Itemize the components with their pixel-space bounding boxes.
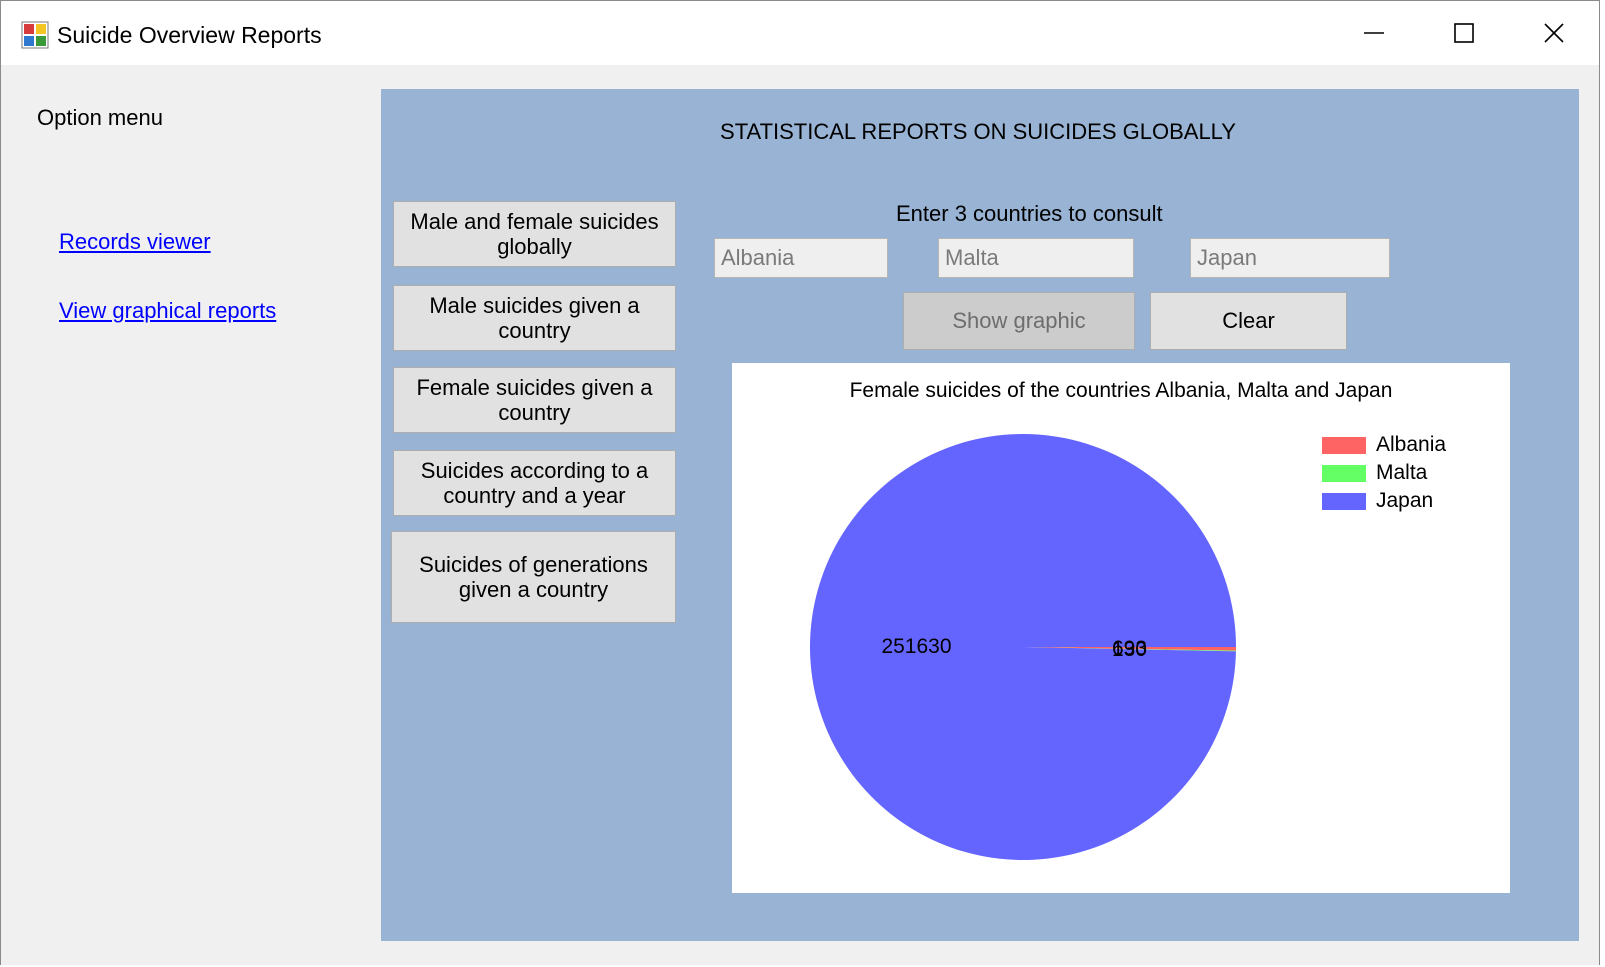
male-female-global-button[interactable]: Male and female suicides globally — [393, 201, 676, 267]
maximize-icon — [1454, 23, 1474, 43]
minimize-icon — [1364, 32, 1384, 34]
button-label: Suicides according to a country and a ye… — [421, 458, 648, 508]
generations-by-country-button[interactable]: Suicides of generations given a country — [391, 531, 676, 623]
button-label-line1: Male suicides given a — [429, 293, 640, 318]
legend-label: Japan — [1376, 489, 1434, 512]
show-graphic-button[interactable]: Show graphic — [903, 292, 1135, 350]
button-label-line2: globally — [497, 234, 572, 259]
legend-swatch — [1322, 464, 1366, 482]
legend-item-malta: Malta — [1322, 459, 1446, 487]
button-label: Male suicides given a country — [429, 293, 639, 343]
client-area: Option menu Records viewer View graphica… — [1, 65, 1599, 965]
male-by-country-button[interactable]: Male suicides given a country — [393, 285, 676, 351]
button-label: Male and female suicides globally — [410, 209, 658, 259]
data-label-japan: 251630 — [881, 635, 951, 658]
country-year-button[interactable]: Suicides according to a country and a ye… — [393, 450, 676, 516]
button-label-line2: country — [498, 400, 571, 425]
close-icon — [1544, 23, 1564, 43]
button-label-line1: Suicides of generations — [419, 552, 648, 577]
button-label-line2: country and a year — [443, 483, 626, 508]
legend-swatch — [1322, 492, 1366, 510]
app-icon — [21, 21, 49, 49]
button-label-line1: Suicides according to a — [420, 458, 649, 483]
app-window: Suicide Overview Reports Option menu Rec… — [0, 0, 1600, 965]
minimize-button[interactable] — [1328, 1, 1420, 65]
button-label-line1: Female suicides given a — [416, 375, 653, 400]
button-label-line2: country — [498, 318, 571, 343]
legend-label: Malta — [1376, 461, 1428, 484]
chart-legend: Albania Malta Japan — [1322, 431, 1446, 515]
country-input-3[interactable] — [1190, 238, 1390, 278]
legend-item-albania: Albania — [1322, 431, 1446, 459]
maximize-button[interactable] — [1418, 1, 1510, 65]
page-title: STATISTICAL REPORTS ON SUICIDES GLOBALLY — [720, 119, 1236, 144]
female-by-country-button[interactable]: Female suicides given a country — [393, 367, 676, 433]
legend-label: Albania — [1376, 433, 1447, 456]
reports-panel: STATISTICAL REPORTS ON SUICIDES GLOBALLY… — [381, 89, 1579, 941]
clear-button[interactable]: Clear — [1150, 292, 1347, 350]
button-label-line2: given a country — [458, 577, 609, 602]
country-input-2[interactable] — [938, 238, 1134, 278]
button-label: Female suicides given a country — [416, 375, 652, 425]
country-input-1[interactable] — [714, 238, 888, 278]
legend-swatch — [1322, 436, 1366, 454]
close-button[interactable] — [1508, 1, 1600, 65]
records-viewer-link[interactable]: Records viewer — [59, 229, 211, 255]
button-label: Suicides of generations given a country — [419, 552, 648, 602]
chart-area: Female suicides of the countries Albania… — [732, 363, 1510, 893]
legend-item-japan: Japan — [1322, 487, 1446, 515]
window-title: Suicide Overview Reports — [57, 22, 322, 48]
option-menu-heading: Option menu — [37, 105, 163, 130]
countries-prompt: Enter 3 countries to consult — [896, 201, 1163, 226]
title-bar[interactable]: Suicide Overview Reports — [1, 1, 1599, 65]
button-label-line1: Male and female suicides — [410, 209, 659, 234]
data-label-malta: 130 — [1112, 638, 1147, 661]
view-graphical-reports-link[interactable]: View graphical reports — [59, 298, 276, 324]
